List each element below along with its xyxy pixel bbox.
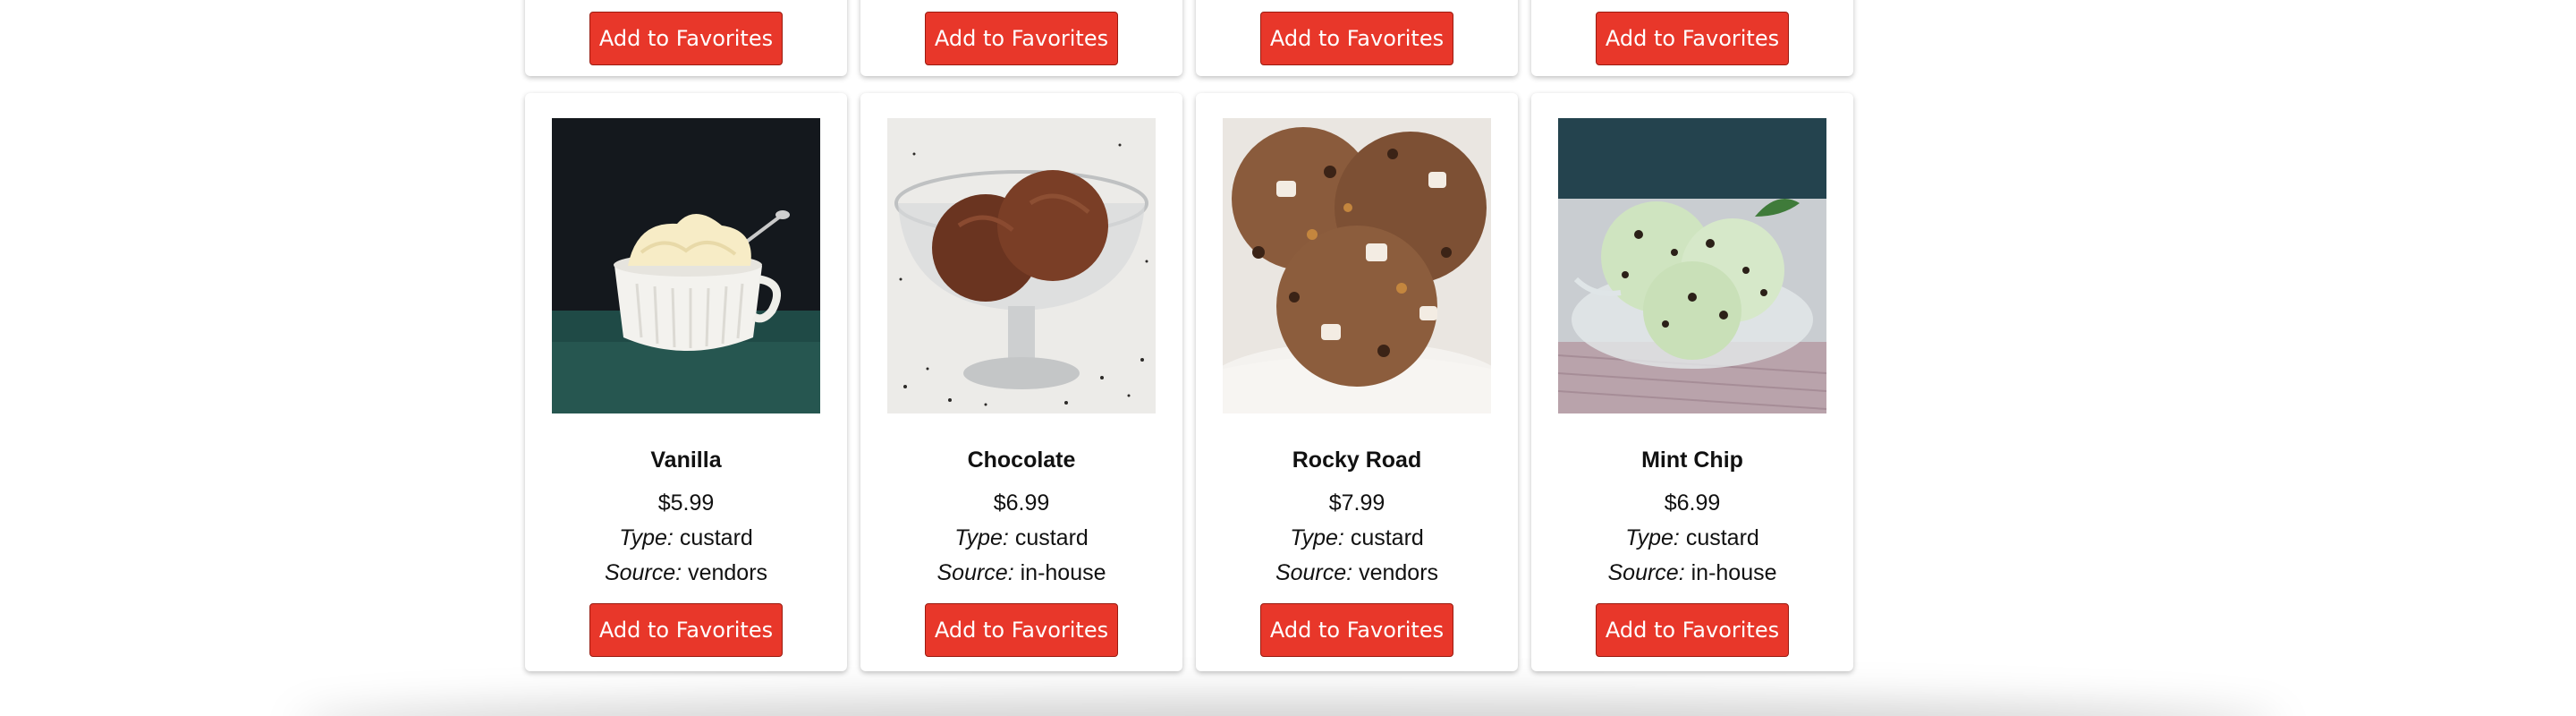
type-label: Type: — [619, 525, 674, 550]
product-price: $6.99 — [993, 490, 1050, 516]
product-source: Source: in-house — [1531, 560, 1853, 586]
product-name: Rocky Road — [1292, 448, 1422, 473]
source-value: in-house — [1690, 560, 1777, 585]
product-card-rocky-road: Rocky Road $7.99 Type: custard Source: v… — [1196, 93, 1518, 671]
add-to-favorites-button[interactable]: Add to Favorites — [1596, 12, 1789, 65]
product-source: Source: vendors — [525, 560, 847, 586]
product-card-partial: Add to Favorites — [525, 0, 847, 76]
footer-shadow — [295, 698, 2281, 716]
type-label: Type: — [1625, 525, 1680, 550]
product-card-partial: Add to Favorites — [860, 0, 1182, 76]
product-photo-rocky-road — [1223, 118, 1491, 413]
source-value: vendors — [688, 560, 768, 585]
source-value: in-house — [1020, 560, 1106, 585]
type-value: custard — [1014, 525, 1089, 550]
type-value: custard — [679, 525, 753, 550]
add-to-favorites-button[interactable]: Add to Favorites — [925, 12, 1118, 65]
product-photo-chocolate — [887, 118, 1156, 413]
type-value: custard — [1350, 525, 1424, 550]
product-name: Mint Chip — [1641, 448, 1743, 473]
add-to-favorites-button[interactable]: Add to Favorites — [589, 12, 783, 65]
add-to-favorites-button[interactable]: Add to Favorites — [589, 603, 783, 657]
product-source: Source: in-house — [860, 560, 1182, 586]
product-type: Type: custard — [1531, 525, 1853, 551]
type-label: Type: — [1290, 525, 1344, 550]
product-type: Type: custard — [525, 525, 847, 551]
product-price: $7.99 — [1328, 490, 1385, 516]
add-to-favorites-button[interactable]: Add to Favorites — [925, 603, 1118, 657]
product-source: Source: vendors — [1196, 560, 1518, 586]
add-to-favorites-button[interactable]: Add to Favorites — [1596, 603, 1789, 657]
product-type: Type: custard — [1196, 525, 1518, 551]
chocolate-photo-image — [887, 118, 1156, 413]
product-name: Chocolate — [967, 448, 1076, 473]
product-card-mint-chip: Mint Chip $6.99 Type: custard Source: in… — [1531, 93, 1853, 671]
source-label: Source: — [1607, 560, 1685, 585]
mint-chip-photo-image — [1558, 118, 1826, 413]
product-photo-mint-chip — [1558, 118, 1826, 413]
type-value: custard — [1685, 525, 1759, 550]
product-photo-vanilla — [552, 118, 820, 413]
vanilla-photo-image — [552, 118, 820, 413]
product-type: Type: custard — [860, 525, 1182, 551]
product-price: $5.99 — [657, 490, 715, 516]
source-label: Source: — [604, 560, 682, 585]
product-card-partial: Add to Favorites — [1531, 0, 1853, 76]
product-card-chocolate: Chocolate $6.99 Type: custard Source: in… — [860, 93, 1182, 671]
source-label: Source: — [1275, 560, 1353, 585]
product-price: $6.99 — [1664, 490, 1721, 516]
source-label: Source: — [936, 560, 1014, 585]
type-label: Type: — [954, 525, 1009, 550]
product-card-partial: Add to Favorites — [1196, 0, 1518, 76]
source-value: vendors — [1359, 560, 1439, 585]
add-to-favorites-button[interactable]: Add to Favorites — [1260, 12, 1453, 65]
rocky-road-photo-image — [1223, 118, 1491, 413]
page: Add to Favorites Add to Favorites Add to… — [0, 0, 2576, 716]
add-to-favorites-button[interactable]: Add to Favorites — [1260, 603, 1453, 657]
product-card-vanilla: Vanilla $5.99 Type: custard Source: vend… — [525, 93, 847, 671]
product-name: Vanilla — [650, 448, 722, 473]
